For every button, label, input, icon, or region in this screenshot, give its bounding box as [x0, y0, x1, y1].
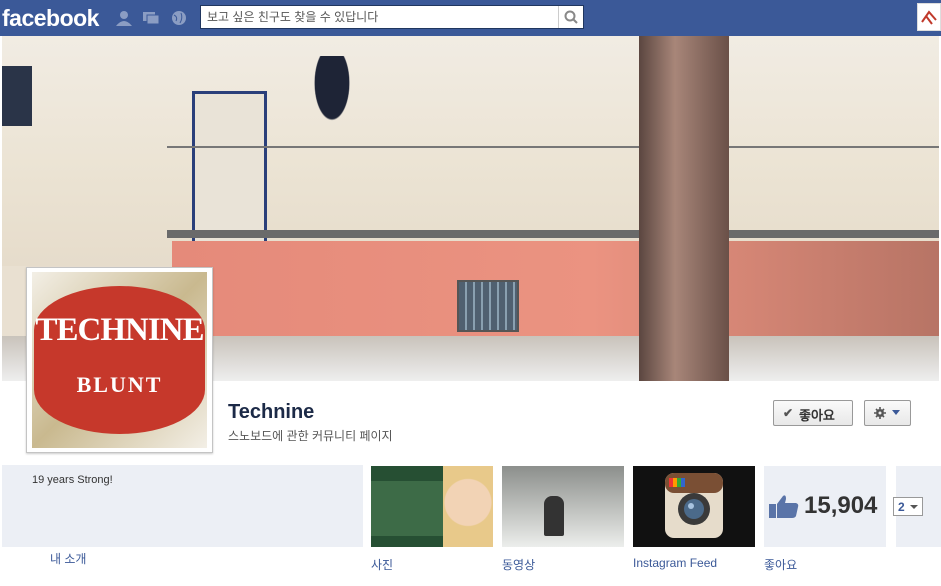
profile-picture[interactable]: TECHNINE BLUNT	[26, 267, 213, 453]
cover-window	[2, 66, 32, 126]
top-bar: facebook	[0, 0, 941, 36]
settings-menu-button[interactable]	[864, 400, 911, 426]
about-box[interactable]: 19 years Strong!	[2, 465, 363, 547]
chevron-down-icon	[892, 410, 900, 415]
page-category[interactable]: 스노보드에 관한 커뮤니티 페이지	[228, 427, 393, 444]
likes-label[interactable]: 좋아요	[764, 556, 797, 573]
videos-label[interactable]: 동영상	[502, 556, 535, 573]
photos-label[interactable]: 사진	[371, 556, 393, 573]
cover-rail	[167, 146, 939, 148]
user-profile-thumbnail[interactable]	[917, 3, 941, 31]
videos-rider-thumb	[544, 496, 564, 536]
about-text: 19 years Strong!	[32, 474, 113, 486]
thumbs-up-icon	[769, 495, 799, 518]
search-input[interactable]	[207, 9, 547, 25]
search-icon	[564, 10, 578, 24]
dropdown-arrow-icon	[910, 505, 918, 509]
friend-requests-icon[interactable]	[115, 10, 133, 26]
page-title[interactable]: Technine	[228, 401, 314, 424]
search-box	[200, 5, 584, 29]
apps-pager-value: 2	[898, 500, 905, 514]
instagram-icon	[665, 473, 723, 538]
likes-tile[interactable]: 15,904	[764, 466, 886, 547]
photos-tile[interactable]	[371, 466, 493, 547]
profile-logo-subtext: BLUNT	[76, 372, 163, 397]
checkmark-icon: ✔	[783, 406, 794, 420]
cover-snowboarder	[302, 56, 362, 146]
instagram-feed-label[interactable]: Instagram Feed	[633, 556, 717, 570]
cover-ledge	[167, 230, 939, 238]
videos-tile[interactable]	[502, 466, 624, 547]
photos-sign-thumb	[371, 481, 451, 536]
facebook-logo[interactable]: facebook	[2, 5, 99, 32]
about-link[interactable]: 내 소개	[50, 550, 86, 567]
profile-logo: TECHNINE BLUNT	[32, 272, 207, 448]
like-button[interactable]: ✔ 좋아요	[773, 400, 853, 426]
messages-icon[interactable]	[142, 10, 160, 26]
gear-icon	[874, 407, 886, 419]
instagram-feed-tile[interactable]	[633, 466, 755, 547]
notifications-globe-icon[interactable]	[170, 10, 188, 26]
cover-pillar	[639, 36, 729, 381]
search-button[interactable]	[558, 6, 583, 28]
likes-count: 15,904	[804, 492, 878, 519]
apps-pager-select[interactable]: 2	[893, 497, 923, 516]
photos-child-thumb	[443, 466, 493, 547]
profile-logo-badge	[34, 286, 205, 434]
cover-barred-window	[457, 280, 519, 332]
profile-logo-text: TECHNINE	[35, 312, 204, 348]
like-button-label: 좋아요	[799, 408, 835, 423]
